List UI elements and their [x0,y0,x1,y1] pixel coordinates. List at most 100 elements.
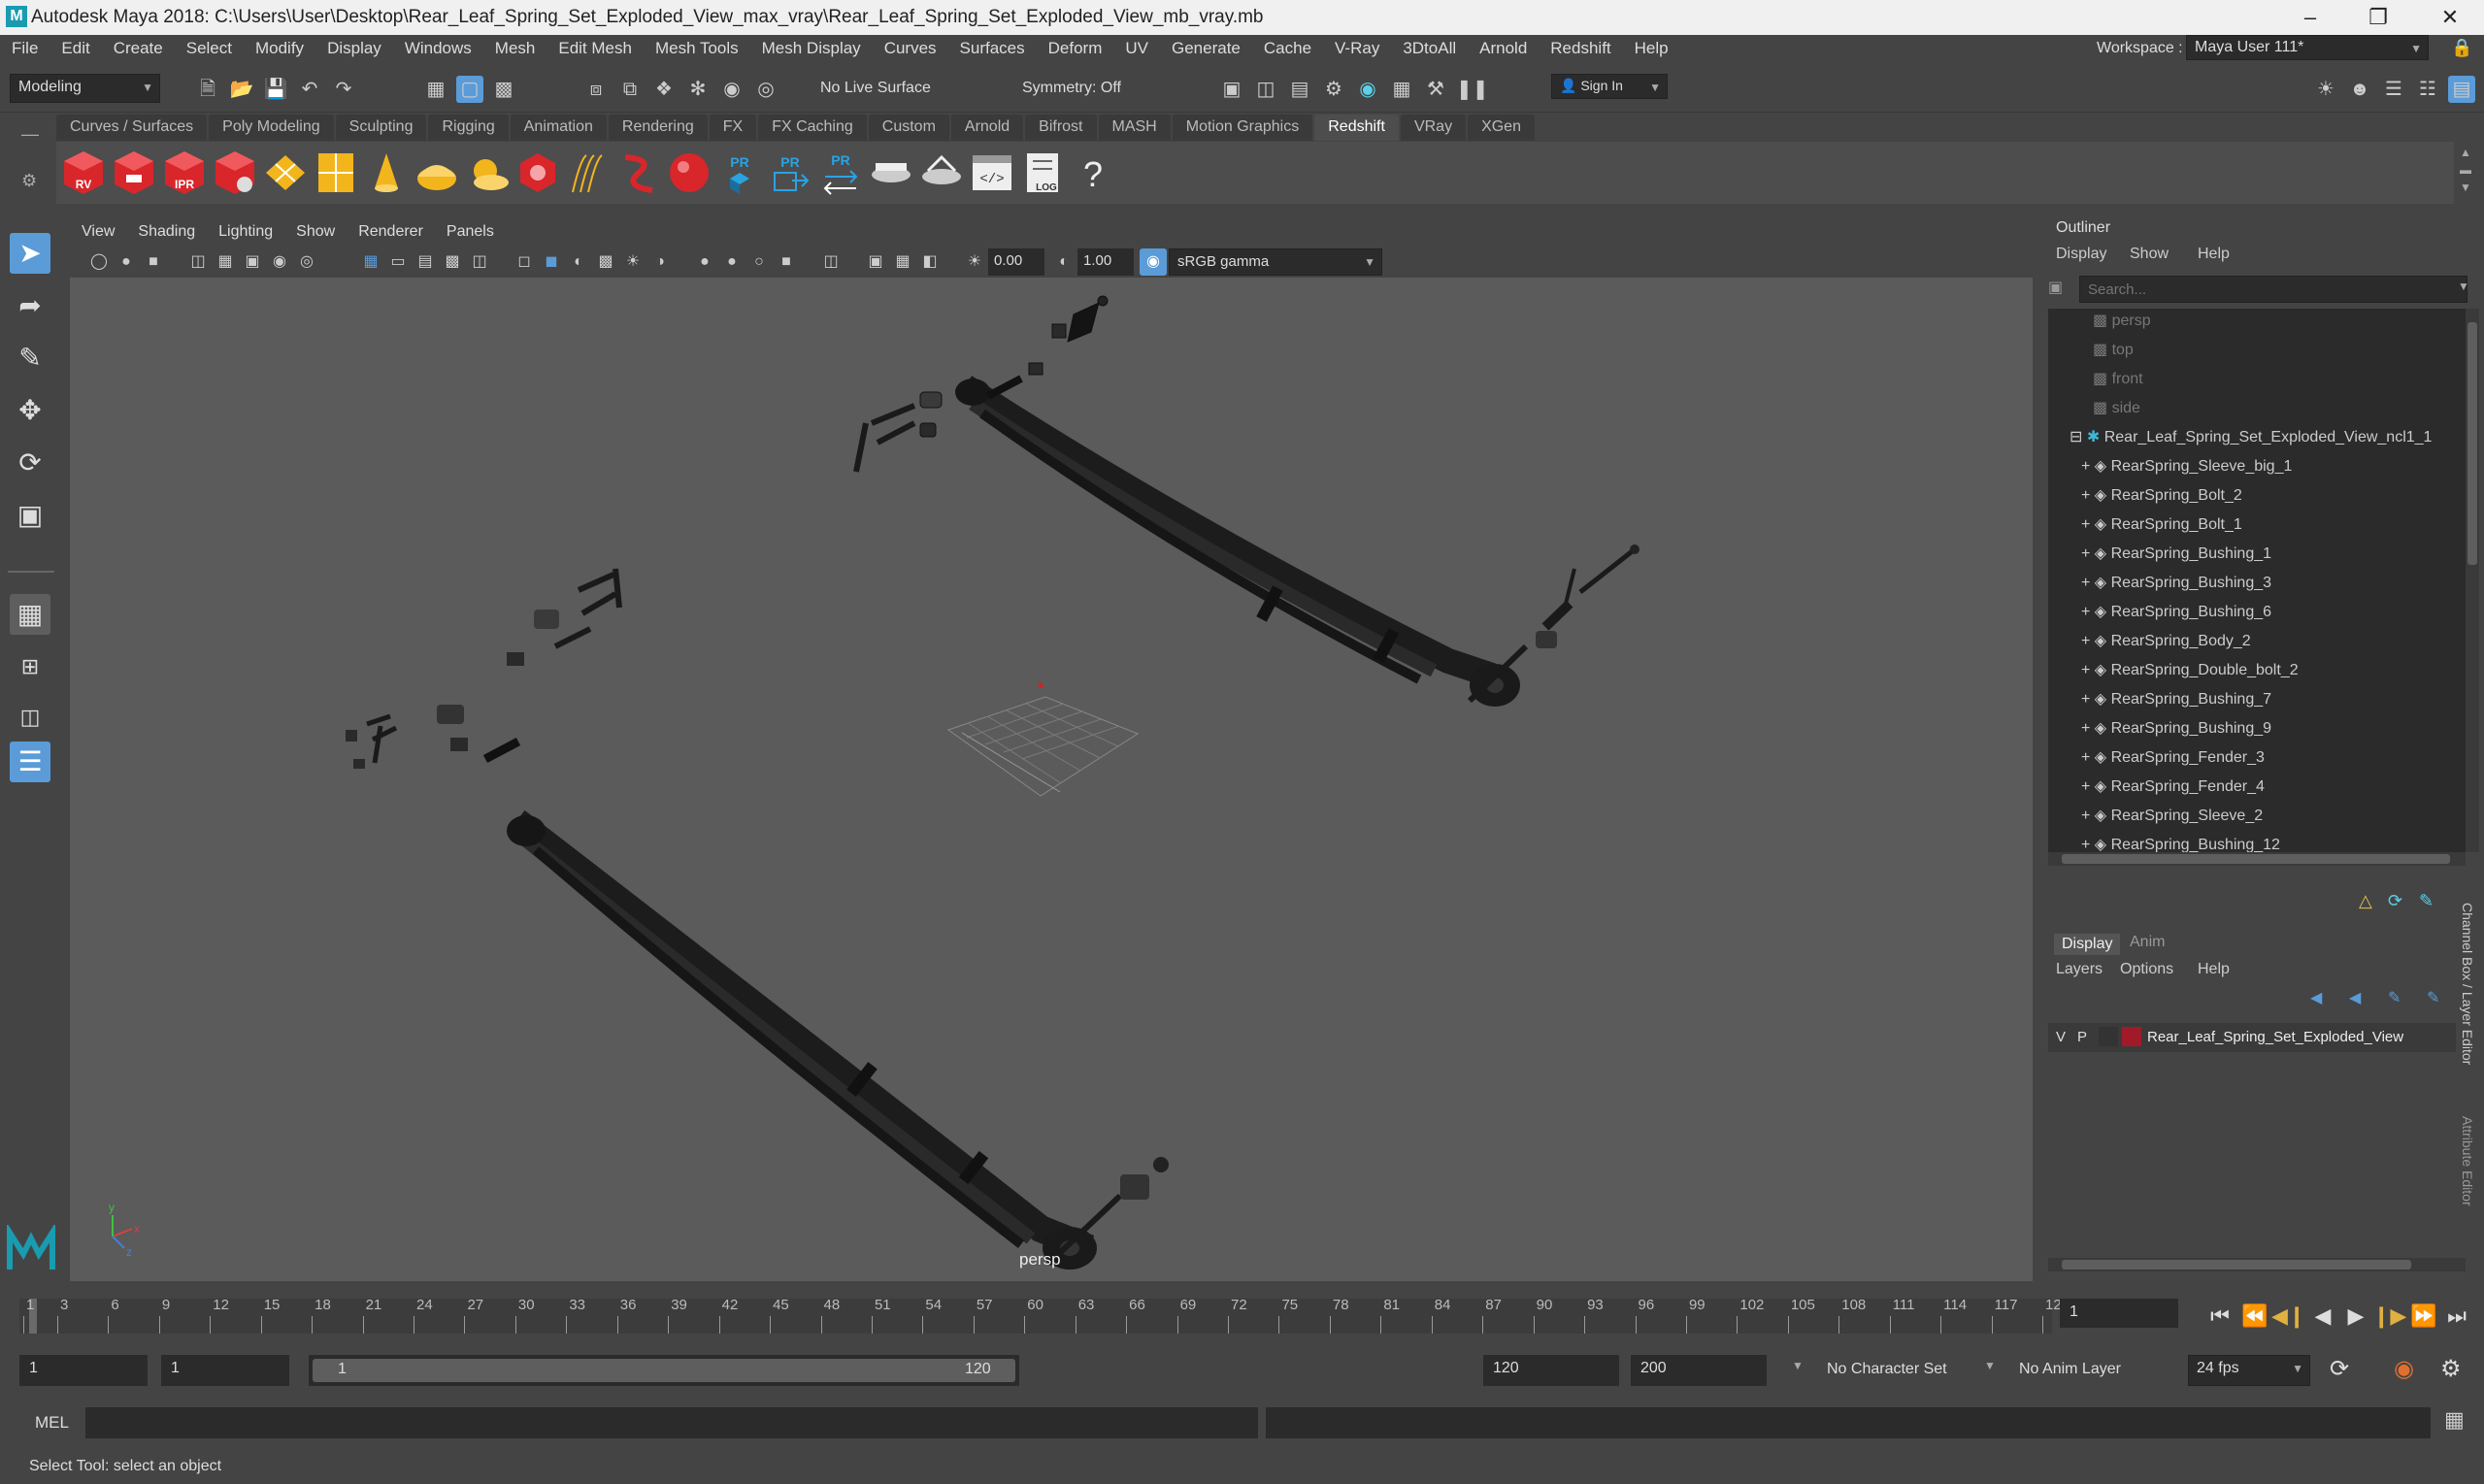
outliner-item-top[interactable]: ▩ top [2093,340,2134,369]
gamma-icon[interactable]: ◐ [1050,248,1077,276]
outliner-menu-display[interactable]: Display [2056,246,2106,263]
menu-uv[interactable]: UV [1113,39,1160,58]
outliner-item[interactable]: + ◈ RearSpring_Bushing_3 [2081,573,2271,602]
outliner-layout-icon[interactable]: ☰ [10,742,50,782]
scale-tool-icon[interactable]: ▣ [10,495,50,536]
color-space-dropdown[interactable]: sRGB gamma ▼ [1169,248,1382,276]
new-scene-icon[interactable]: 🗎 [194,76,221,103]
rotate-tool-icon[interactable]: ⟳ [10,443,50,483]
layer-tab-display[interactable]: Display [2054,934,2121,955]
vp-menu-show[interactable]: Show [284,223,347,241]
lasso-tool-icon[interactable]: ➦ [10,285,50,326]
tool-settings-icon[interactable]: ⚒ [1422,76,1449,103]
redshift-script-icon[interactable]: </> [969,149,1015,196]
attribute-editor-tab[interactable]: Attribute Editor [2460,1116,2475,1206]
menu-create[interactable]: Create [102,39,175,58]
attribute-editor-icon[interactable]: ☰ [2380,76,2407,103]
vp-menu-view[interactable]: View [70,223,126,241]
film-gate-icon[interactable]: ◫ [184,248,212,276]
menu-mesh[interactable]: Mesh [483,39,547,58]
anti-aliasing-icon[interactable]: ○ [745,248,773,276]
move-layer-down-icon[interactable]: ◀ [2349,988,2361,1007]
shelf-tab-curves-surfaces[interactable]: Curves / Surfaces [56,115,208,141]
outliner-menu-help[interactable]: Help [2198,246,2230,263]
render-sequence-icon[interactable]: ▦ [1388,76,1415,103]
outliner-item[interactable]: + ◈ RearSpring_Sleeve_2 [2081,806,2263,835]
camera-attributes-icon[interactable]: ● [113,248,140,276]
shelf-tab-custom[interactable]: Custom [868,115,949,141]
channel-box-icon[interactable]: ▤ [2448,76,2475,103]
step-forward-key-icon[interactable]: ⏩ [2407,1293,2440,1339]
menu-help[interactable]: Help [1623,39,1680,58]
menu-windows[interactable]: Windows [393,39,483,58]
filter-icon[interactable]: ▣ [2048,278,2063,297]
loop-icon[interactable]: ⟳ [2330,1355,2349,1383]
lower-spring-hardware-left[interactable] [346,568,622,769]
redshift-material-ball-icon[interactable] [666,149,712,196]
menu-file[interactable]: File [0,39,50,58]
menu-generate[interactable]: Generate [1160,39,1252,58]
layer-menu-options[interactable]: Options [2120,961,2173,978]
snap-grid-icon[interactable]: ⧈ [582,76,610,103]
default-material-icon[interactable]: ◐ [565,248,592,276]
select-hierarchy-icon[interactable]: ▦ [422,76,449,103]
shelf-tab-motion-graphics[interactable]: Motion Graphics [1172,115,1313,141]
outliner-item[interactable]: + ◈ RearSpring_Bolt_1 [2081,514,2242,544]
menu-surfaces[interactable]: Surfaces [948,39,1037,58]
render-view-icon[interactable]: ▣ [1218,76,1245,103]
outliner-item[interactable]: + ◈ RearSpring_Fender_4 [2081,776,2265,806]
redshift-volume-icon[interactable] [514,149,561,196]
anim-layer-label[interactable]: No Anim Layer [2019,1361,2121,1378]
redo-icon[interactable]: ↷ [330,76,357,103]
exposure-field[interactable]: 0.00 [988,248,1044,276]
go-to-end-icon[interactable]: ⏭ [2440,1293,2473,1339]
play-backwards-icon[interactable]: ◀ [2306,1293,2339,1339]
chevron-down-icon[interactable]: ▼ [1984,1359,1996,1372]
auto-key-icon[interactable]: ◉ [2394,1355,2414,1383]
human-ik-icon[interactable]: ☻ [2346,76,2373,103]
vp-menu-renderer[interactable]: Renderer [347,223,435,241]
grid-toggle-icon[interactable]: ▦ [212,248,239,276]
shelf-tab-redshift[interactable]: Redshift [1314,115,1399,141]
layer-visibility-toggle[interactable]: V [2056,1029,2066,1045]
live-surface-label[interactable]: No Live Surface [820,80,931,97]
pause-icon[interactable]: ❚❚ [1456,76,1489,103]
menu-select[interactable]: Select [175,39,244,58]
vp-menu-panels[interactable]: Panels [435,223,506,241]
paint-select-tool-icon[interactable]: ✎ [10,338,50,379]
menu-mesh-tools[interactable]: Mesh Tools [644,39,750,58]
four-view-layout-icon[interactable]: ⊞ [10,646,50,687]
menu-modify[interactable]: Modify [244,39,315,58]
redshift-proxy-import-icon[interactable]: PR [767,149,813,196]
render-settings-icon[interactable]: ⚙ [1320,76,1347,103]
shelf-tab-bifrost[interactable]: Bifrost [1025,115,1097,141]
snap-vertex-icon[interactable]: ◎ [752,76,779,103]
smooth-shade-all-icon[interactable]: ◼ [538,248,565,276]
character-set-label[interactable]: No Character Set [1827,1361,1947,1378]
shelf-tab-fx-caching[interactable]: FX Caching [758,115,867,141]
outliner-item[interactable]: + ◈ RearSpring_Body_2 [2081,631,2251,660]
outliner-item[interactable]: + ◈ RearSpring_Bushing_12 [2081,835,2280,852]
hypershade-icon[interactable]: ◉ [1354,76,1381,103]
leaf-spring-upper[interactable] [955,376,1520,707]
select-tool-icon[interactable]: ➤ [10,233,50,274]
tool-settings-panel-icon[interactable]: ☷ [2414,76,2441,103]
outliner-horizontal-scrollbar[interactable] [2048,852,2466,866]
select-camera-icon[interactable]: ◯ [85,248,113,276]
redshift-area-light-icon[interactable] [262,149,309,196]
play-forwards-icon[interactable]: ▶ [2339,1293,2372,1339]
outliner-item[interactable]: + ◈ RearSpring_Bushing_7 [2081,689,2271,718]
step-forward-frame-icon[interactable]: ❙▶ [2372,1293,2406,1339]
textured-icon[interactable]: ▩ [592,248,619,276]
range-slider[interactable]: 1 120 [309,1355,1019,1386]
menu-deform[interactable]: Deform [1037,39,1114,58]
layer-tab-anim[interactable]: Anim [2130,934,2165,951]
layer-edit-icon[interactable]: ✎ [2419,891,2434,911]
xray-active-icon[interactable]: ▦ [889,248,916,276]
workspace-dropdown[interactable]: Maya User 111* ▼ [2186,35,2429,60]
menu-cache[interactable]: Cache [1252,39,1323,58]
modeling-toolkit-icon[interactable]: ☀ [2312,76,2339,103]
chevron-down-icon[interactable]: ▼ [1792,1359,1804,1372]
shelf-tab-mash[interactable]: MASH [1098,115,1171,141]
redshift-portal-light-icon[interactable] [313,149,359,196]
